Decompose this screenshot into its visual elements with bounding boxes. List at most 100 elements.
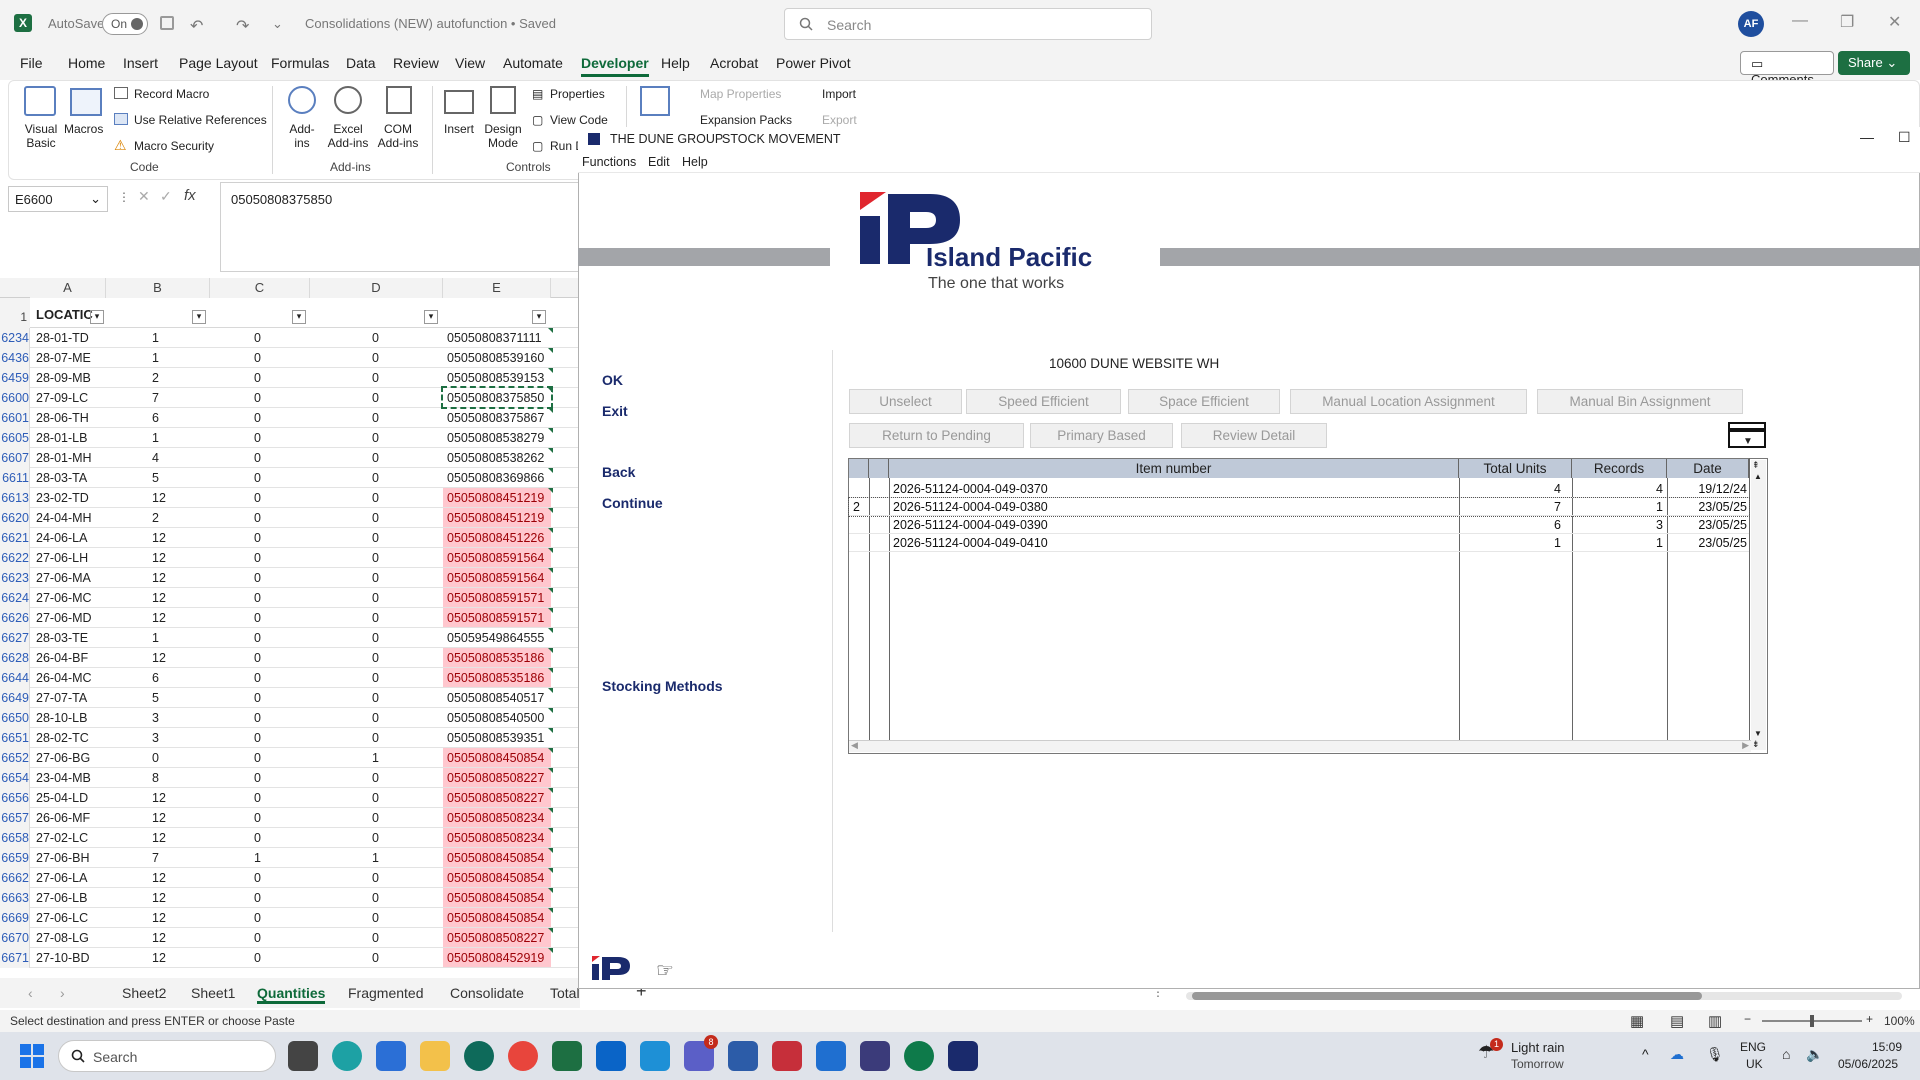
normal-view-icon[interactable]: ▦ xyxy=(1630,1012,1644,1030)
table-row[interactable]: 6659 27-06-BH 7 1 1 05050808450854 xyxy=(0,848,580,868)
island-pacific-taskbar-icon[interactable] xyxy=(948,1041,978,1071)
cell-b[interactable]: 12 xyxy=(152,491,166,505)
table-row[interactable]: 2026-51124-0004-049-0390 6 3 23/05/25 xyxy=(849,516,1749,534)
view-code-button[interactable]: View Code xyxy=(550,113,608,127)
tab-acrobat[interactable]: Acrobat xyxy=(710,55,758,71)
ok-link[interactable]: OK xyxy=(602,372,623,388)
column-header-records[interactable]: Records xyxy=(1572,459,1667,478)
row-number[interactable]: 6657 xyxy=(0,808,30,828)
header-location[interactable]: LOCATIC xyxy=(36,307,93,322)
cell-location[interactable]: 28-01-TD xyxy=(36,331,89,345)
cell-d[interactable]: 1 xyxy=(372,751,379,765)
cell-barcode[interactable]: 05050808375867 xyxy=(443,408,551,427)
table-row[interactable]: 6624 27-06-MC 12 0 0 05050808591571 xyxy=(0,588,580,608)
cell-d[interactable]: 0 xyxy=(372,451,379,465)
cell-b[interactable]: 12 xyxy=(152,871,166,885)
table-row[interactable]: 6669 27-06-LC 12 0 0 05050808450854 xyxy=(0,908,580,928)
cell-barcode[interactable]: 05050808591564 xyxy=(443,548,551,567)
cell-barcode[interactable]: 05050808540500 xyxy=(443,708,551,727)
item-number[interactable]: 2026-51124-0004-049-0380 xyxy=(893,498,1048,516)
horizontal-scrollbar[interactable] xyxy=(1186,992,1902,1000)
manual-location-assignment-button[interactable]: Manual Location Assignment xyxy=(1290,389,1527,414)
cell-c[interactable]: 0 xyxy=(254,871,261,885)
cell-c[interactable]: 0 xyxy=(254,771,261,785)
total-units[interactable]: 1 xyxy=(1461,534,1561,552)
page-break-view-icon[interactable]: ▥ xyxy=(1708,1012,1722,1030)
column-header-total-units[interactable]: Total Units xyxy=(1459,459,1572,478)
formula-input[interactable]: 05050808375850 xyxy=(220,182,590,272)
tab-file[interactable]: File xyxy=(20,55,43,71)
cell-b[interactable]: 12 xyxy=(152,651,166,665)
filter-dropdown-icon[interactable]: ▾ xyxy=(424,310,438,324)
row-number[interactable]: 6459 xyxy=(0,368,30,388)
row-number[interactable]: 6601 xyxy=(0,408,30,428)
cell-location[interactable]: 28-07-ME xyxy=(36,351,91,365)
date[interactable]: 19/12/24 xyxy=(1669,480,1747,498)
cell-d[interactable]: 0 xyxy=(372,511,379,525)
cell-d[interactable]: 0 xyxy=(372,791,379,805)
cell-d[interactable]: 0 xyxy=(372,551,379,565)
records-count[interactable]: 4 xyxy=(1573,480,1663,498)
cell-b[interactable]: 12 xyxy=(152,931,166,945)
cell-d[interactable]: 0 xyxy=(372,931,379,945)
search-tool-icon[interactable] xyxy=(904,1041,934,1071)
table-row[interactable]: 6670 27-08-LG 12 0 0 05050808508227 xyxy=(0,928,580,948)
cell-c[interactable]: 0 xyxy=(254,931,261,945)
tab-home[interactable]: Home xyxy=(68,55,105,71)
tab-developer[interactable]: Developer xyxy=(581,55,649,77)
cell-b[interactable]: 6 xyxy=(152,411,159,425)
cell-b[interactable]: 12 xyxy=(152,611,166,625)
table-row[interactable]: 6626 27-06-MD 12 0 0 05050808591571 xyxy=(0,608,580,628)
cell-location[interactable]: 27-06-BH xyxy=(36,851,90,865)
cell-barcode[interactable]: 05050808591571 xyxy=(443,608,551,627)
cell-location[interactable]: 27-06-MC xyxy=(36,591,92,605)
item-number[interactable]: 2026-51124-0004-049-0370 xyxy=(893,480,1048,498)
table-row[interactable]: 6613 23-02-TD 12 0 0 05050808451219 xyxy=(0,488,580,508)
cell-b[interactable]: 7 xyxy=(152,851,159,865)
column-header-e[interactable]: E xyxy=(443,278,551,298)
table-row[interactable]: 6611 28-03-TA 5 0 0 05050808369866 xyxy=(0,468,580,488)
table-row[interactable]: 6436 28-07-ME 1 0 0 05050808539160 xyxy=(0,348,580,368)
row-number[interactable]: 6656 xyxy=(0,788,30,808)
cell-location[interactable]: 23-02-TD xyxy=(36,491,89,505)
next-sheet-icon[interactable]: › xyxy=(60,985,65,1001)
row-number[interactable]: 6436 xyxy=(0,348,30,368)
row-number[interactable]: 6613 xyxy=(0,488,30,508)
cell-b[interactable]: 4 xyxy=(152,451,159,465)
cell-b[interactable]: 12 xyxy=(152,811,166,825)
primary-based-button[interactable]: Primary Based xyxy=(1030,423,1173,448)
table-vertical-scrollbar[interactable]: ⇞ ▲ ▼ ⇟ xyxy=(1751,460,1766,750)
column-header-c[interactable]: C xyxy=(210,278,310,298)
cell-c[interactable]: 0 xyxy=(254,711,261,725)
stocking-methods-link[interactable]: Stocking Methods xyxy=(602,678,723,694)
restore-icon[interactable]: ❐ xyxy=(1840,12,1854,32)
column-header-a[interactable]: A xyxy=(30,278,106,298)
weather-icon[interactable]: ☂ 1 xyxy=(1478,1038,1503,1064)
tab-page-layout[interactable]: Page Layout xyxy=(179,55,258,71)
prev-sheet-icon[interactable]: ‹ xyxy=(28,985,33,1001)
microphone-icon[interactable]: 🎙 xyxy=(1706,1046,1724,1063)
cell-d[interactable]: 0 xyxy=(372,531,379,545)
edge-icon[interactable] xyxy=(332,1041,362,1071)
expansion-packs-button[interactable]: Expansion Packs xyxy=(700,113,792,127)
cell-b[interactable]: 0 xyxy=(152,751,159,765)
cell-d[interactable]: 0 xyxy=(372,431,379,445)
cell-location[interactable]: 27-06-LH xyxy=(36,551,88,565)
store-icon[interactable] xyxy=(376,1041,406,1071)
cell-d[interactable]: 1 xyxy=(372,851,379,865)
continue-link[interactable]: Continue xyxy=(602,495,663,511)
zoom-slider[interactable] xyxy=(1762,1015,1862,1027)
row-number[interactable]: 1 xyxy=(0,298,30,328)
cell-barcode[interactable]: 05050808538279 xyxy=(443,428,551,447)
name-box[interactable]: E6600 ⌄ xyxy=(8,186,108,212)
table-row[interactable]: 6652 27-06-BG 0 0 1 05050808450854 xyxy=(0,748,580,768)
macros-button[interactable]: Macros xyxy=(64,122,103,136)
row-number[interactable]: 6644 xyxy=(0,668,30,688)
cell-d[interactable]: 0 xyxy=(372,671,379,685)
item-number[interactable]: 2026-51124-0004-049-0390 xyxy=(893,516,1048,534)
row-number[interactable]: 6622 xyxy=(0,548,30,568)
cell-barcode[interactable]: 05050808538262 xyxy=(443,448,551,467)
tab-automate[interactable]: Automate xyxy=(503,55,563,71)
task-view-icon[interactable] xyxy=(288,1041,318,1071)
cell-b[interactable]: 5 xyxy=(152,471,159,485)
